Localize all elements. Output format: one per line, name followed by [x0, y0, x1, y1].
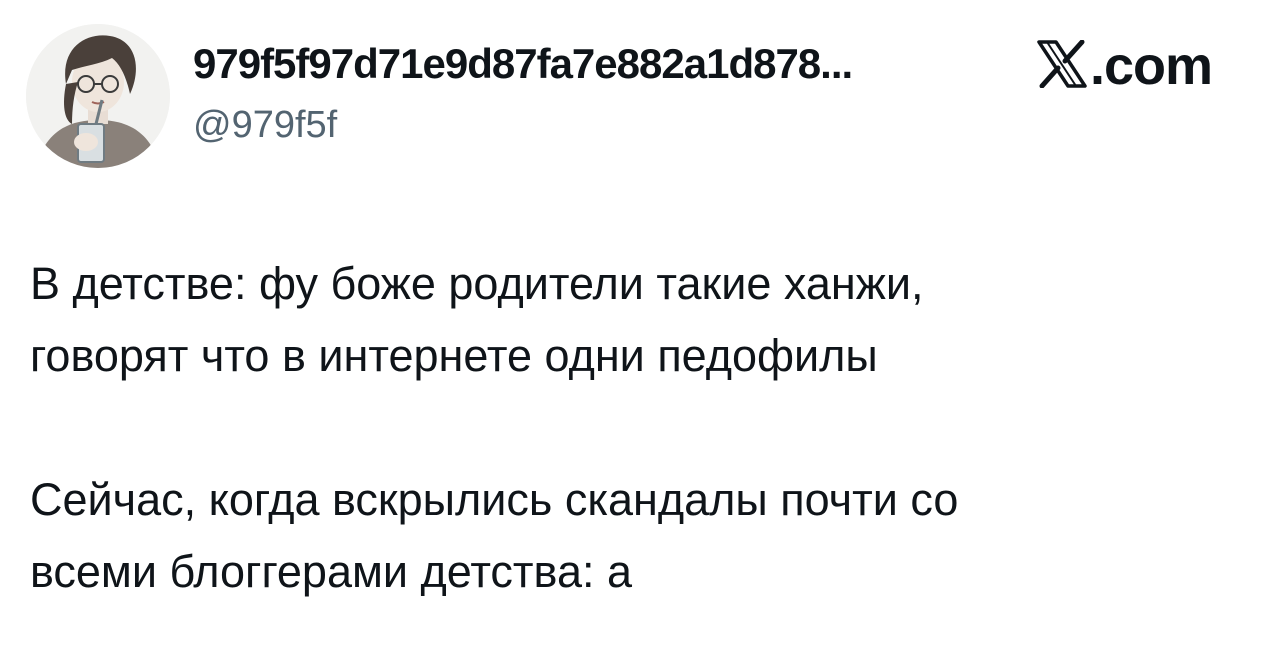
handle[interactable]: @979f5f [193, 104, 337, 147]
tweet-line: всеми блоггерами детства: а [30, 546, 633, 597]
avatar-illustration [26, 24, 170, 168]
tweet-line: Сейчас, когда вскрылись скандалы почти с… [30, 474, 959, 525]
tweet-text: В детстве: фу боже родители такие ханжи,… [30, 248, 1250, 608]
x-logo-icon [1036, 39, 1088, 93]
tweet-paragraph: В детстве: фу боже родители такие ханжи,… [30, 248, 1250, 392]
tweet-line: В детстве: фу боже родители такие ханжи, [30, 258, 924, 309]
tweet-paragraph: Сейчас, когда вскрылись скандалы почти с… [30, 464, 1250, 608]
brand-text: .com [1090, 36, 1213, 96]
tweet-card: 979f5f97d71e9d87fa7e882a1d878... @979f5f… [0, 0, 1284, 645]
avatar[interactable] [26, 24, 170, 168]
brand: .com [1036, 36, 1213, 96]
display-name[interactable]: 979f5f97d71e9d87fa7e882a1d878... [193, 40, 853, 88]
tweet-line: говорят что в интернете одни педофилы [30, 330, 878, 381]
